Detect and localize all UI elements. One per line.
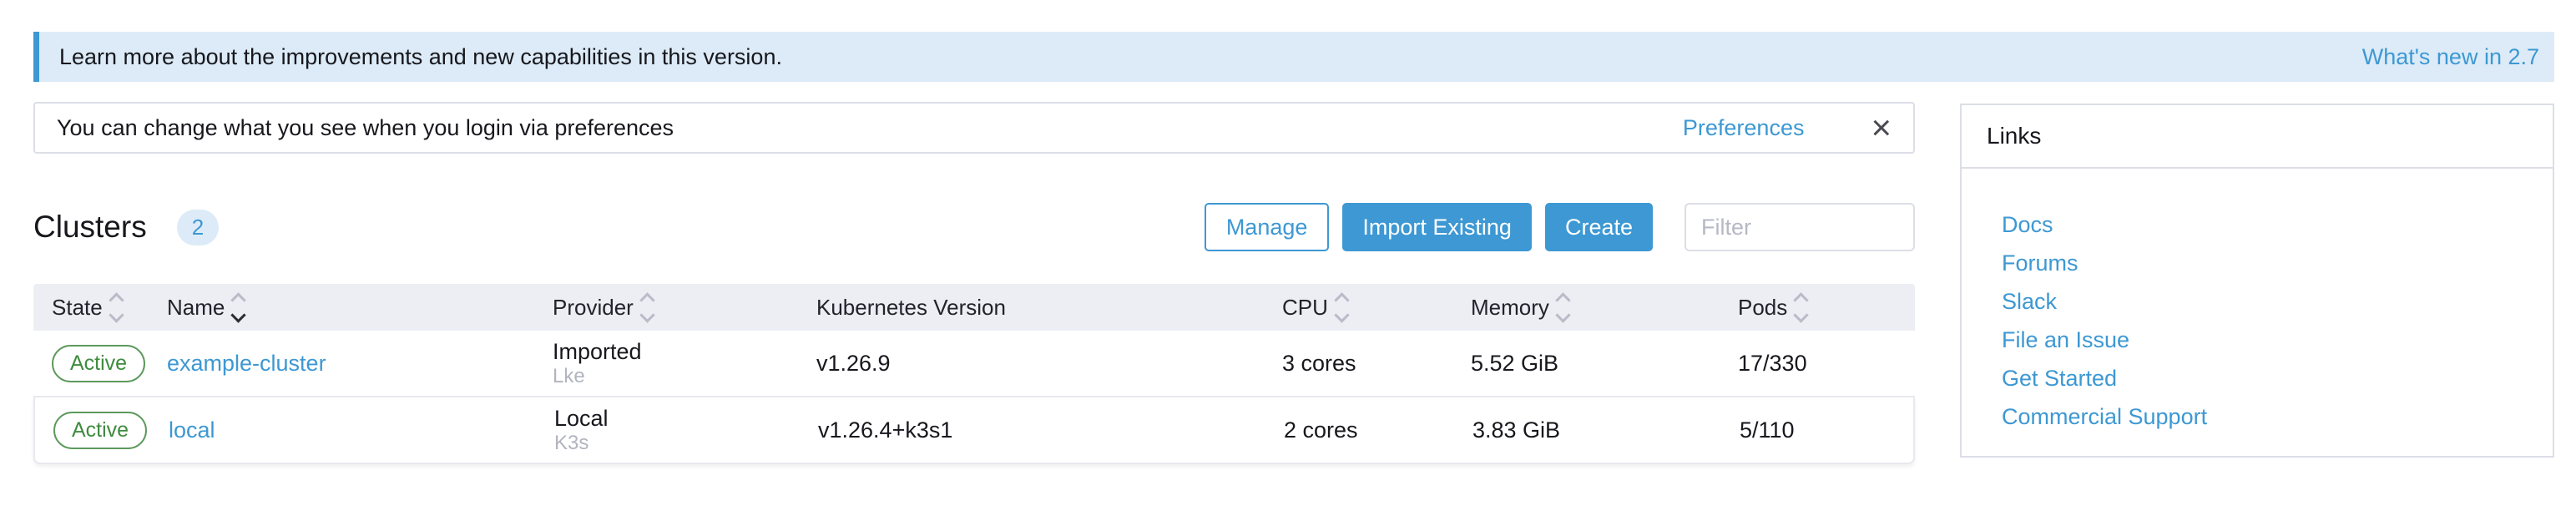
- table-row: Active local Local K3s v1.26.4+k3s1 2 co…: [33, 397, 1915, 464]
- page-title: Clusters: [33, 210, 147, 245]
- cluster-table: State Name Provider Kubernetes Version C…: [33, 284, 1915, 464]
- sort-icon: [1558, 295, 1568, 321]
- status-badge: Active: [52, 345, 145, 382]
- kubernetes-version-cell: v1.26.4+k3s1: [799, 417, 1262, 443]
- pods-cell: 5/110: [1717, 417, 1913, 443]
- cpu-cell: 2 cores: [1262, 417, 1450, 443]
- status-badge: Active: [53, 412, 147, 449]
- column-header-memory[interactable]: Memory: [1448, 295, 1715, 321]
- manage-button[interactable]: Manage: [1205, 203, 1330, 251]
- create-button[interactable]: Create: [1545, 203, 1653, 251]
- cpu-cell: 3 cores: [1260, 351, 1448, 377]
- cluster-name-link[interactable]: example-cluster: [167, 351, 326, 376]
- links-panel: Links Docs Forums Slack File an Issue Ge…: [1960, 104, 2554, 458]
- import-existing-button[interactable]: Import Existing: [1342, 203, 1532, 251]
- link-get-started[interactable]: Get Started: [2002, 359, 2553, 397]
- sort-icon: [642, 295, 653, 321]
- link-slack[interactable]: Slack: [2002, 282, 2553, 321]
- table-header-row: State Name Provider Kubernetes Version C…: [33, 284, 1915, 331]
- kubernetes-version-cell: v1.26.9: [797, 351, 1260, 377]
- preferences-banner-message: You can change what you see when you log…: [57, 115, 1683, 141]
- version-banner-message: Learn more about the improvements and ne…: [59, 44, 782, 70]
- column-header-name[interactable]: Name: [150, 295, 534, 321]
- version-banner: Learn more about the improvements and ne…: [33, 32, 2554, 82]
- sort-icon: [111, 295, 122, 321]
- clusters-header-row: Clusters 2 Manage Import Existing Create: [33, 200, 1915, 254]
- preferences-link[interactable]: Preferences: [1683, 115, 1805, 141]
- filter-input[interactable]: [1685, 203, 1915, 251]
- provider-cell: Imported Lke: [534, 339, 797, 388]
- cluster-count-badge: 2: [177, 210, 219, 245]
- whats-new-link[interactable]: What's new in 2.7: [2362, 44, 2539, 70]
- link-forums[interactable]: Forums: [2002, 244, 2553, 282]
- column-header-provider[interactable]: Provider: [534, 295, 797, 321]
- links-panel-title: Links: [1962, 105, 2553, 169]
- provider-cell: Local K3s: [536, 406, 799, 455]
- links-panel-body: Docs Forums Slack File an Issue Get Star…: [1962, 169, 2553, 436]
- sort-icon: [1796, 295, 1806, 321]
- link-commercial-support[interactable]: Commercial Support: [2002, 397, 2553, 436]
- column-header-cpu[interactable]: CPU: [1260, 295, 1448, 321]
- preferences-banner: You can change what you see when you log…: [33, 102, 1915, 154]
- column-header-kubernetes-version[interactable]: Kubernetes Version: [797, 295, 1260, 321]
- memory-cell: 3.83 GiB: [1450, 417, 1717, 443]
- provider-distro: Lke: [553, 365, 797, 388]
- column-header-state[interactable]: State: [33, 295, 150, 321]
- pods-cell: 17/330: [1715, 351, 1915, 377]
- column-header-pods[interactable]: Pods: [1715, 295, 1915, 321]
- memory-cell: 5.52 GiB: [1448, 351, 1715, 377]
- cluster-name-link[interactable]: local: [169, 417, 215, 443]
- close-icon[interactable]: ×: [1871, 110, 1892, 145]
- table-row: Active example-cluster Imported Lke v1.2…: [33, 331, 1915, 397]
- sort-icon-active-desc: [233, 295, 244, 321]
- sort-icon: [1336, 295, 1347, 321]
- link-file-an-issue[interactable]: File an Issue: [2002, 321, 2553, 359]
- link-docs[interactable]: Docs: [2002, 205, 2553, 244]
- provider-distro: K3s: [554, 432, 799, 455]
